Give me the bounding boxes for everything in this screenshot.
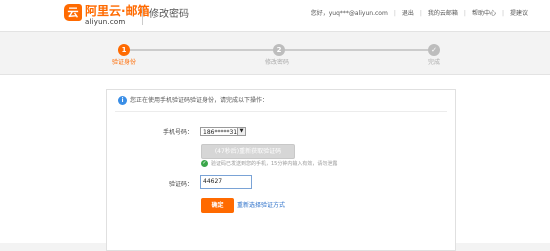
resend-code-button[interactable]: (47秒后)重新获取验证码 [201, 144, 295, 159]
nav-separator: | [393, 10, 396, 17]
logo-text: 阿里云·邮箱 [85, 4, 150, 18]
help-center-link[interactable]: 帮助中心 [472, 9, 496, 18]
header-divider [142, 7, 143, 25]
nav-separator: | [463, 10, 466, 17]
feedback-link[interactable]: 提建议 [510, 9, 528, 18]
page-title: 修改密码 [149, 9, 189, 20]
step-connector [285, 49, 428, 51]
cloud-logo-icon: 云 [64, 4, 82, 21]
confirm-button[interactable]: 确定 [201, 198, 234, 213]
user-greeting: 您好，yuq***@aliyun.com [310, 10, 388, 17]
change-verification-method-link[interactable]: 重新选择验证方式 [237, 201, 285, 210]
logo-domain: aliyun.com [85, 18, 126, 26]
phone-label: 手机号码： [162, 129, 193, 136]
progress-steps: 1 2 ✓ 验证身份 修改密码 完成 [0, 40, 550, 70]
top-nav: 您好，yuq***@aliyun.com | 退出 | 我的云邮箱 | 帮助中心… [311, 9, 528, 18]
step-1-circle: 1 [118, 44, 130, 56]
code-sent-notice: 验证码已发送到您的手机，15分钟内输入有效，请勿泄露 [211, 161, 338, 167]
phone-number-select[interactable]: 186*****316 ▼ [200, 127, 246, 136]
aliyun-mail-logo[interactable]: 云 阿里云·邮箱 aliyun.com [64, 4, 150, 28]
verification-code-input[interactable]: 44627 [200, 175, 252, 189]
step-2-circle: 2 [273, 44, 285, 56]
top-header: 云 阿里云·邮箱 aliyun.com 修改密码 您好，yuq***@aliyu… [0, 0, 550, 32]
info-icon: i [118, 96, 127, 105]
step-2-label: 修改密码 [265, 59, 290, 66]
my-mail-link[interactable]: 我的云邮箱 [428, 9, 458, 18]
step-3-label: 完成 [428, 59, 441, 66]
nav-separator: | [419, 10, 422, 17]
logout-link[interactable]: 退出 [402, 9, 414, 18]
nav-separator: | [501, 10, 504, 17]
main-content: i 您正在使用手机验证码验证身份，请完成以下操作： 手机号码： 186*****… [0, 74, 550, 251]
step-1-label: 验证身份 [112, 59, 137, 66]
code-label: 验证码： [168, 181, 193, 188]
verification-panel: i 您正在使用手机验证码验证身份，请完成以下操作： 手机号码： 186*****… [106, 89, 456, 251]
phone-number-value: 186*****316 [203, 129, 241, 136]
chevron-down-icon[interactable]: ▼ [237, 128, 245, 135]
info-message: 您正在使用手机验证码验证身份，请完成以下操作： [130, 97, 269, 104]
panel-divider [115, 111, 447, 112]
check-circle-icon: ✓ [201, 160, 208, 167]
step-connector [130, 49, 273, 51]
step-3-check-icon: ✓ [428, 44, 440, 56]
